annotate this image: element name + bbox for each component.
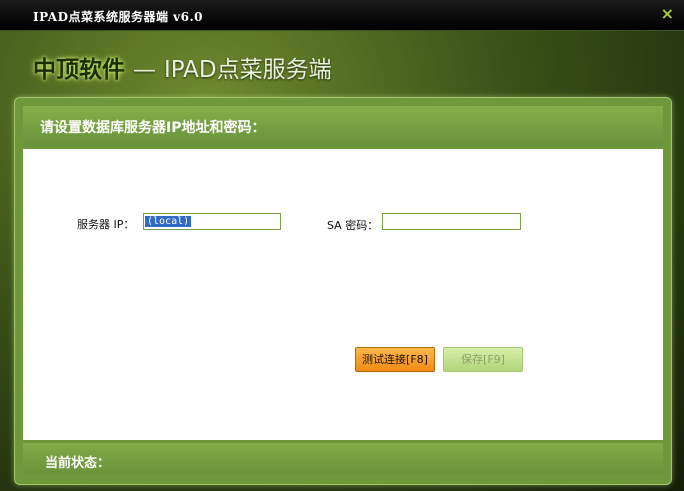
window-title: IPAD点菜系统服务器端 v6.0 <box>33 10 204 24</box>
close-icon[interactable]: × <box>661 5 674 23</box>
brand-separator: — <box>133 57 156 83</box>
server-ip-value: (local) <box>145 216 192 227</box>
panel-header: 请设置数据库服务器IP地址和密码： <box>23 106 663 146</box>
form-area: 服务器 IP： (local) SA 密码： 测试连接[F8] 保存[F9] <box>23 149 663 440</box>
test-connection-button[interactable]: 测试连接[F8] <box>355 347 435 372</box>
status-bar: 当前状态： <box>23 443 663 474</box>
product-name: IPAD点菜服务端 <box>164 57 332 83</box>
brand-banner: 中顶软件 — IPAD点菜服务端 <box>33 50 332 86</box>
server-ip-label: 服务器 IP： <box>77 218 135 231</box>
save-button[interactable]: 保存[F9] <box>443 347 523 372</box>
sa-password-input[interactable] <box>382 213 521 230</box>
status-label: 当前状态： <box>45 456 111 471</box>
panel-heading: 请设置数据库服务器IP地址和密码： <box>40 120 266 136</box>
title-bar[interactable]: IPAD点菜系统服务器端 v6.0 × <box>0 0 684 31</box>
sa-password-label: SA 密码： <box>327 219 379 232</box>
company-name: 中顶软件 <box>33 57 125 83</box>
settings-panel: 请设置数据库服务器IP地址和密码： 服务器 IP： (local) SA 密码：… <box>14 97 672 485</box>
server-ip-input[interactable]: (local) <box>143 213 281 230</box>
app-window: IPAD点菜系统服务器端 v6.0 × 中顶软件 — IPAD点菜服务端 请设置数据… <box>0 0 684 491</box>
